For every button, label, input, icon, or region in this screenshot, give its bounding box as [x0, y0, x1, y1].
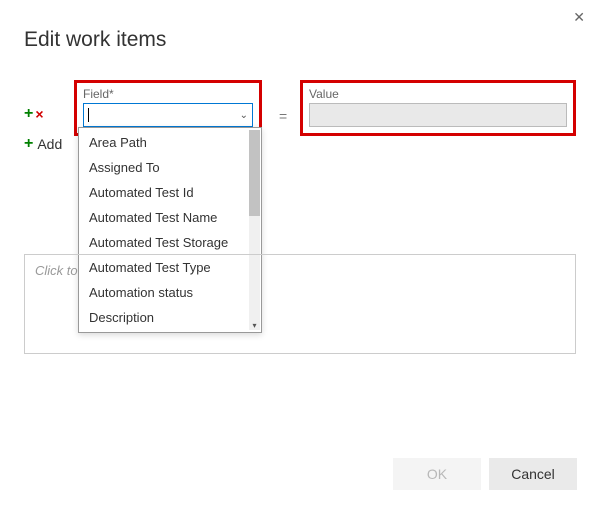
remove-row-icon[interactable]: × — [35, 107, 43, 121]
dialog-footer: OK Cancel — [393, 458, 577, 490]
close-icon[interactable]: ✕ — [573, 10, 585, 24]
chevron-down-icon[interactable]: ⌄ — [240, 110, 248, 121]
value-label: Value — [309, 87, 567, 101]
cancel-button[interactable]: Cancel — [489, 458, 577, 490]
plus-icon: + — [24, 136, 33, 152]
dropdown-item[interactable]: Automated Test Name — [79, 205, 261, 230]
text-cursor — [88, 108, 89, 122]
equals-sign: = — [279, 108, 287, 124]
add-row-icon[interactable]: + — [24, 106, 33, 122]
add-new-clause-label: Add — [37, 136, 62, 152]
dialog-title: Edit work items — [24, 28, 166, 52]
add-new-clause-button[interactable]: + Add — [24, 136, 62, 152]
value-group: Value — [300, 80, 576, 136]
dropdown-item[interactable]: Automated Test Storage — [79, 230, 261, 255]
ok-button[interactable]: OK — [393, 458, 481, 490]
field-combobox[interactable]: ⌄ — [83, 103, 253, 127]
dropdown-item[interactable]: Area Path — [79, 130, 261, 155]
dropdown-item[interactable]: Automated Test Id — [79, 180, 261, 205]
comment-textarea[interactable]: Click to — [24, 254, 576, 354]
value-input[interactable] — [309, 103, 567, 127]
field-label: Field* — [83, 87, 253, 101]
scrollbar-thumb[interactable] — [249, 130, 260, 216]
comment-placeholder: Click to — [35, 263, 78, 278]
dropdown-item[interactable]: Assigned To — [79, 155, 261, 180]
